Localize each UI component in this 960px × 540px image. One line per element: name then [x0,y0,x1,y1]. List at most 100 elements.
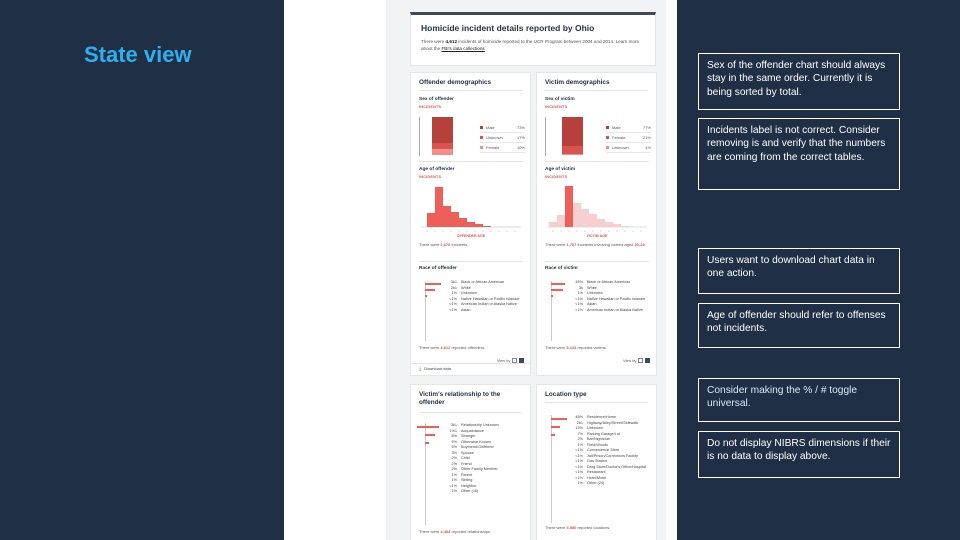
note-suffix: incidents involving victims aged [577,242,634,247]
offender-title: Offender demographics [419,79,492,86]
review-comment: Incidents label is not correct. Consider… [698,118,900,190]
note-suffix: reported locations. [577,525,611,530]
relationship-bar [425,442,429,444]
legend-value: 77% [642,125,651,130]
note-count: 4,484 [440,529,451,534]
legend-label: Unknown [612,145,629,150]
divider [545,90,648,91]
location-bar [551,426,560,428]
location-card: Location type 48% Residence/Home 2k1 Highw… [536,384,657,540]
row-value: 1% [577,481,584,485]
note-prefix: There were [545,242,566,247]
download-label: Download data [424,366,451,371]
legend-label: Female [612,135,626,140]
offender-sex-chart [419,117,465,156]
review-comment: Sex of the offender chart should always … [698,53,900,110]
divider [419,411,522,413]
row-value: 1% [451,489,458,493]
relationship-list: 3k1 Relationship Unknown 1%1 Acquaintance … [445,423,527,495]
legend-swatch [480,146,483,149]
slide-left-panel: State view [0,0,284,540]
legend-label: Female [486,145,500,150]
victim-race-note: There were 5,134 reported victims. [545,345,607,350]
fbi-data-link[interactable]: FBI's data collections [441,46,484,51]
victim-age-histogram [547,186,647,232]
race-label: American Indian or Alaska Native [587,307,643,312]
divider [545,402,648,403]
row-label: Other (16) [461,489,479,493]
victim-age-axis-label: VICTIM AGE [586,234,608,238]
note-suffix: reported relationships. [451,529,492,534]
race-label: Asian [461,307,471,312]
list-item: <1% Asian [445,308,527,314]
legend-label: Unknown [486,135,503,140]
review-comment: Do not display NIBRS dimensions if their… [698,431,900,478]
offender-sex-bar-female [432,149,453,155]
divider [419,90,522,91]
relationship-bar [417,426,439,428]
offender-age-axis-label: OFFENDER AGE [456,234,486,238]
relationship-title: Victim's relationship to the offender [419,391,501,407]
legend-label: Male [612,125,621,130]
divider [545,161,649,162]
relationship-bar [425,434,435,436]
row-label: Other (24) [587,481,605,485]
legend-row: Female 10% [480,143,525,153]
legend-row: Male 73% [480,123,525,133]
legend-value: 73% [516,125,525,130]
review-comment: Users want to download chart data in one… [698,248,900,294]
note-prefix: There were [419,345,440,350]
note-suffix: reported offenders. [451,345,486,350]
offender-sex-bar-male [432,117,453,143]
location-list: 48% Residence/Home 2k1 Highway/Alley/Stree… [571,415,653,487]
review-comment: Consider making the % / # toggle univers… [698,378,900,422]
legend-swatch [606,146,609,149]
note-range: 20-29. [634,242,646,247]
offender-race-list: 3k1 Black or African American 2k1 White 1%… [445,280,527,313]
offender-card: Offender demographics Sex of offender IN… [410,72,532,376]
victim-sex-caption: INCIDENTS [545,105,568,109]
offender-age-note: There were 2,678 incidents. [419,242,468,247]
percent-toggle[interactable] [638,358,644,363]
legend-row: Female 21% [606,133,651,143]
location-title: Location type [545,391,587,398]
victim-card: Victim demographics Sex of victim INCIDE… [536,72,657,376]
divider [411,363,532,364]
legend-swatch [480,136,483,139]
note-suffix: reported victims. [577,345,607,350]
list-item: 1% Other (16) [445,489,527,495]
list-item: 1% Other (24) [571,481,653,487]
victim-sex-chart [545,117,591,156]
slide-title: State view [84,42,192,67]
offender-age-histogram [421,187,521,232]
relationship-card: Victim's relationship to the offender 3k… [410,384,531,540]
legend-value: 1% [645,145,651,150]
review-comment: Age of offender should refer to offenses… [698,303,900,348]
race-bar [425,289,435,291]
location-bar [551,418,567,420]
page-description: There were 4,612 incidents of homicide r… [421,38,645,52]
legend-label: Male [486,125,495,130]
legend-value: 21% [642,135,651,140]
note-suffix: incidents. [451,242,469,247]
legend-swatch [606,126,609,129]
victim-age-caption: INCIDENTS [545,175,568,179]
victim-age-title: Age of victim [545,167,576,172]
download-icon: ⤓ [419,366,422,372]
offender-sex-title: Sex of offender [419,97,454,102]
offender-race-note: There were 4,612 reported offenders. [419,345,485,350]
victim-view-by-toggle[interactable]: View by [623,358,651,363]
victim-sex-legend: Male 77% Female 21% Unknown 1% [606,123,651,153]
victim-sex-bar-unknown [562,154,583,155]
victim-sex-title: Sex of victim [545,97,575,102]
count-toggle[interactable] [645,358,651,363]
desc-prefix: There were [421,39,445,44]
header-card: Homicide incident details reported by Oh… [410,12,656,66]
page-title: Homicide incident details reported by Oh… [421,23,595,33]
victim-race-list: 45% Black or African American 3k White 1% U… [571,280,653,313]
download-data-link[interactable]: ⤓ Download data [419,366,451,372]
race-bar [551,289,563,291]
offender-sex-legend: Male 73% Unknown 17% Female 10% [480,123,525,153]
note-prefix: There were [419,529,440,534]
divider [545,261,649,262]
